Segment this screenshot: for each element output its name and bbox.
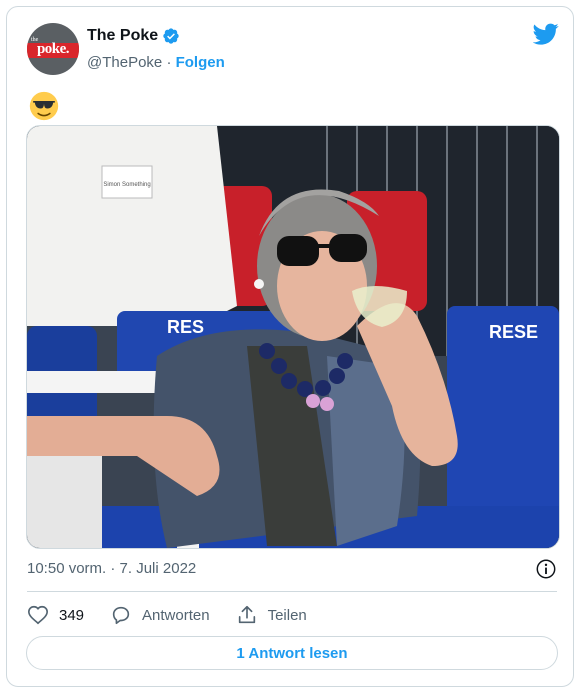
heart-icon — [28, 605, 48, 625]
reply-button[interactable]: Antworten — [110, 604, 210, 626]
read-replies-button[interactable]: 1 Antwort lesen — [26, 636, 558, 670]
author-name[interactable]: The Poke — [87, 27, 158, 45]
share-upload-icon — [238, 605, 255, 624]
like-button[interactable]: 349 — [27, 604, 84, 626]
reply-label: Antworten — [142, 606, 210, 624]
photo-sign-right: RESE — [489, 322, 538, 342]
actions-divider — [27, 591, 557, 592]
share-label: Teilen — [267, 606, 307, 624]
tweet-card: the poke. The Poke @ThePoke · Folgen Sim… — [6, 6, 574, 687]
photo-badge-text: Simon Something — [103, 182, 150, 188]
handle-row: @ThePoke · Folgen — [87, 54, 225, 71]
tweet-photo[interactable]: Simon Something RES RESE — [26, 125, 560, 549]
twitter-bird-icon[interactable] — [533, 21, 559, 47]
photo-sign-left: RES — [167, 317, 204, 337]
author-handle[interactable]: @ThePoke — [87, 54, 162, 71]
verified-badge-icon — [163, 28, 179, 44]
follow-link[interactable]: Folgen — [176, 54, 225, 71]
tweet-actions: 349 Antworten Teilen — [27, 603, 333, 627]
share-button[interactable]: Teilen — [236, 604, 307, 626]
likes-count: 349 — [59, 606, 85, 624]
handle-separator: · — [166, 54, 172, 71]
author-name-row: The Poke — [87, 27, 180, 45]
sunglasses-emoji-icon — [29, 91, 59, 121]
photo-illustration: Simon Something RES RESE — [27, 126, 559, 548]
avatar-logo-text: poke. — [36, 41, 70, 57]
tweet-timestamp[interactable]: 10:50 vorm. · 7. Juli 2022 — [27, 560, 196, 577]
author-avatar[interactable]: the poke. — [27, 23, 79, 75]
info-icon[interactable] — [535, 558, 557, 580]
speech-bubble-icon — [112, 606, 130, 625]
